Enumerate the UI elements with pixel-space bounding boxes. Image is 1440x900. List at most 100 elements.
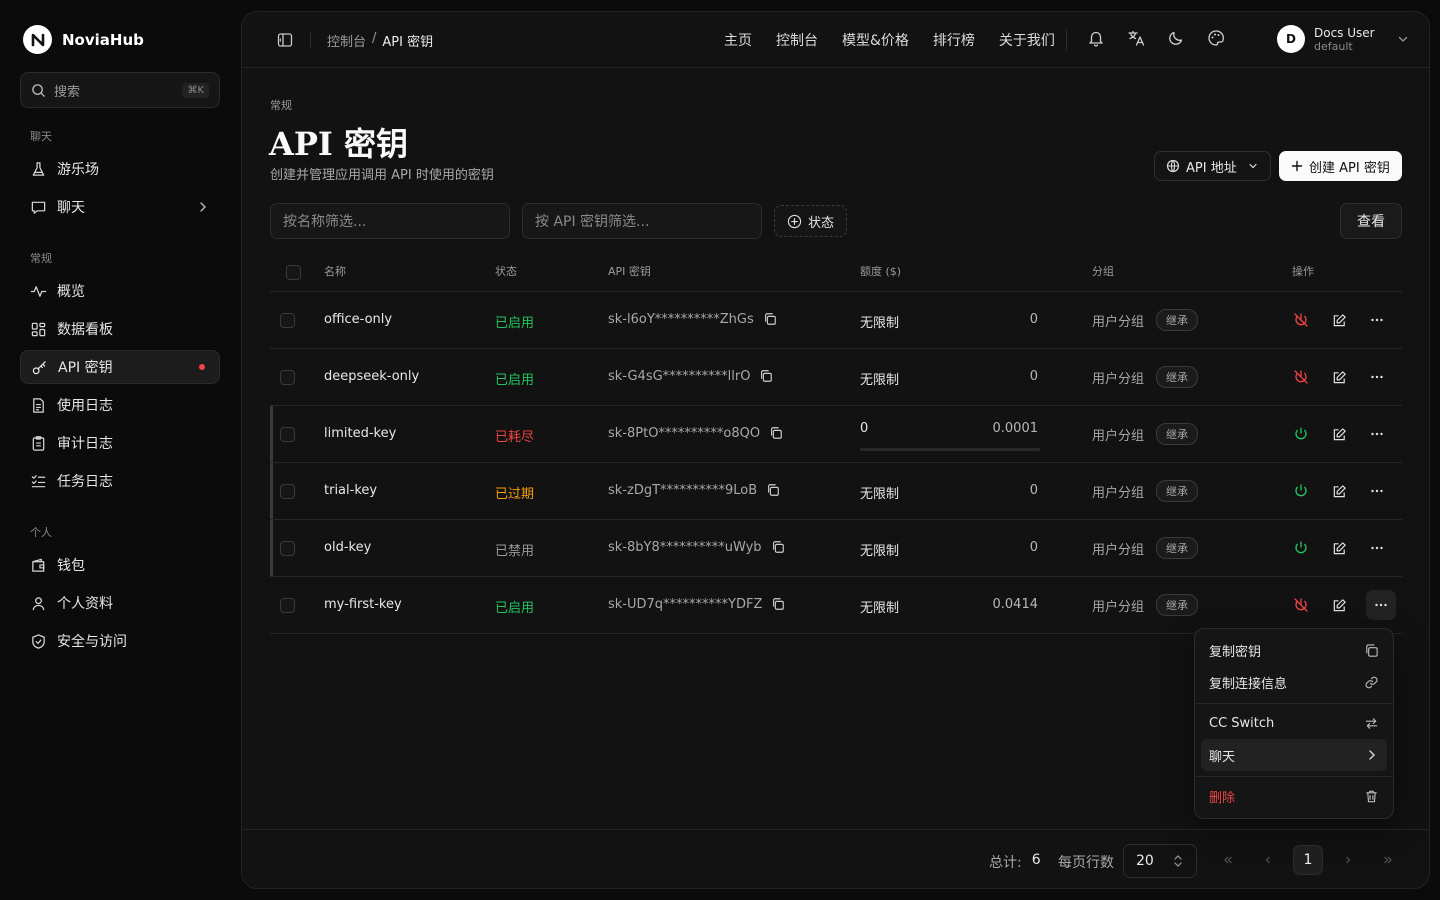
chevrons-left-icon (1224, 856, 1232, 864)
power-off-icon (1294, 313, 1308, 327)
sidebar-item-profile[interactable]: 个人资料 (20, 586, 220, 620)
sidebar-item-playground[interactable]: 游乐场 (20, 152, 220, 186)
header-status[interactable]: 状态 (495, 263, 517, 279)
copy-icon (761, 370, 773, 382)
edit-key-button[interactable] (1328, 537, 1350, 559)
quota-used: 0 (1029, 369, 1038, 384)
first-page-button[interactable] (1213, 845, 1243, 875)
toggle-key-button[interactable] (1290, 480, 1312, 502)
table-row[interactable]: trial-key 已过期 sk-zDgT**********9LoB 无限制 0 用户分… (270, 463, 1402, 520)
sidebar-item-label: 游乐场 (57, 162, 99, 178)
edit-key-button[interactable] (1328, 480, 1350, 502)
user-menu[interactable]: D Docs User default (1277, 25, 1410, 53)
inherit-badge: 继承 (1156, 594, 1199, 616)
top-nav-home[interactable]: 主页 (724, 30, 752, 50)
brand[interactable]: NoviaHub (23, 25, 144, 54)
translate-icon (1128, 30, 1145, 46)
table-row[interactable]: deepseek-only 已启用 sk-G4sG**********llrO 无限制… (270, 349, 1402, 406)
table-row[interactable]: office-only 已启用 sk-l6oY**********ZhGs 无限制 0 用… (270, 292, 1402, 349)
rows-per-page-select[interactable]: 20 (1123, 844, 1197, 878)
edit-key-button[interactable] (1328, 423, 1350, 445)
api-address-button[interactable]: API 地址 (1154, 151, 1271, 181)
sidebar-toggle-button[interactable] (277, 32, 293, 48)
table-row[interactable]: old-key 已禁用 sk-8bY8**********uWyb 无限制 0 用户分组继… (270, 520, 1402, 577)
name-filter-input[interactable]: 按名称筛选... (270, 203, 510, 239)
select-all-checkbox[interactable] (286, 265, 301, 280)
top-nav-about[interactable]: 关于我们 (999, 30, 1055, 50)
copy-key-button[interactable] (770, 539, 786, 555)
sidebar-item-usage-logs[interactable]: 使用日志 (20, 388, 220, 422)
top-nav-leaderboard[interactable]: 排行榜 (933, 30, 975, 50)
status-filter-button[interactable]: 状态 (774, 205, 848, 237)
masked-api-key: sk-8PtO**********o8QO (608, 425, 761, 441)
sidebar-item-task-logs[interactable]: 任务日志 (20, 464, 220, 498)
toggle-key-button[interactable] (1290, 309, 1312, 331)
prev-page-button[interactable] (1253, 845, 1283, 875)
shield-icon (32, 633, 45, 649)
sidebar-item-audit-logs[interactable]: 审计日志 (20, 426, 220, 460)
sidebar-item-label: 安全与访问 (57, 634, 127, 650)
header-quota[interactable]: 额度 ($) (860, 263, 901, 279)
row-checkbox[interactable] (280, 598, 295, 613)
edit-key-button[interactable] (1328, 309, 1350, 331)
row-checkbox[interactable] (280, 370, 295, 385)
dashboard-icon (31, 322, 46, 336)
top-nav-console[interactable]: 控制台 (776, 30, 818, 50)
sidebar-item-api-keys[interactable]: API 密钥 (20, 350, 220, 384)
toggle-key-button[interactable] (1290, 366, 1312, 388)
menu-item-copy-connection[interactable]: 复制连接信息 (1201, 666, 1387, 698)
row-checkbox[interactable] (280, 541, 295, 556)
more-actions-button[interactable] (1366, 537, 1388, 559)
copy-key-button[interactable] (762, 311, 778, 327)
table-row[interactable]: my-first-key 已启用 sk-UD7q**********YDFZ 无限制 0… (270, 577, 1402, 634)
copy-key-button[interactable] (770, 596, 786, 612)
view-options-button[interactable]: 查看 (1340, 203, 1402, 239)
top-nav-models-pricing[interactable]: 模型&价格 (842, 30, 909, 50)
row-checkbox[interactable] (280, 313, 295, 328)
row-checkbox[interactable] (280, 484, 295, 499)
menu-item-chat[interactable]: 聊天 (1201, 739, 1387, 771)
page-button-current[interactable]: 1 (1293, 845, 1323, 875)
key-icon (32, 360, 46, 374)
sidebar-item-chat[interactable]: 聊天 (20, 190, 220, 224)
more-actions-button[interactable] (1366, 309, 1388, 331)
menu-item-copy-key[interactable]: 复制密钥 (1201, 634, 1387, 666)
edit-key-button[interactable] (1328, 594, 1350, 616)
last-page-button[interactable] (1373, 845, 1403, 875)
search-input[interactable]: 搜索 ⌘K (20, 72, 220, 108)
quota-used: 0 (1029, 483, 1038, 498)
rows-per-page-value: 20 (1136, 853, 1154, 869)
more-actions-button[interactable] (1366, 423, 1388, 445)
copy-key-button[interactable] (765, 482, 781, 498)
sidebar-item-wallet[interactable]: 钱包 (20, 548, 220, 582)
edit-key-button[interactable] (1328, 366, 1350, 388)
sidebar-item-security[interactable]: 安全与访问 (20, 624, 220, 658)
row-checkbox[interactable] (280, 427, 295, 442)
table-row[interactable]: limited-key 已耗尽 sk-8PtO**********o8QO 0 0.00… (270, 406, 1402, 463)
copy-key-button[interactable] (768, 425, 784, 441)
header-api-key[interactable]: API 密钥 (608, 263, 651, 279)
copy-key-button[interactable] (758, 368, 774, 384)
sidebar-item-dashboard[interactable]: 数据看板 (20, 312, 220, 346)
menu-item-cc-switch[interactable]: CC Switch (1201, 707, 1387, 739)
toggle-key-button[interactable] (1290, 423, 1312, 445)
sidebar-item-overview[interactable]: 概览 (20, 274, 220, 308)
next-page-button[interactable] (1333, 845, 1363, 875)
header-group[interactable]: 分组 (1092, 263, 1114, 279)
toggle-key-button[interactable] (1290, 537, 1312, 559)
menu-item-delete[interactable]: 删除 (1201, 780, 1387, 812)
notifications-button[interactable] (1087, 29, 1105, 47)
breadcrumb-console[interactable]: 控制台 (327, 31, 366, 50)
key-filter-input[interactable]: 按 API 密钥筛选... (522, 203, 762, 239)
header-actions: 操作 (1292, 265, 1314, 278)
palette-button[interactable] (1207, 29, 1225, 47)
more-actions-button[interactable] (1366, 590, 1396, 620)
theme-toggle-button[interactable] (1167, 29, 1185, 47)
toggle-key-button[interactable] (1290, 594, 1312, 616)
create-api-key-button[interactable]: 创建 API 密钥 (1279, 151, 1402, 181)
quota-used: 0 (1029, 312, 1038, 327)
language-button[interactable] (1127, 29, 1145, 47)
more-actions-button[interactable] (1366, 480, 1388, 502)
header-name[interactable]: 名称 (324, 263, 346, 279)
more-actions-button[interactable] (1366, 366, 1388, 388)
